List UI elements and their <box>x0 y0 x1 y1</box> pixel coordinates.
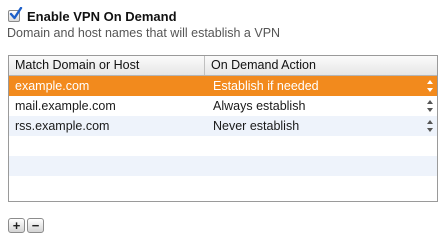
action-popup[interactable]: Establish if needed <box>205 79 437 93</box>
popup-arrows-icon[interactable] <box>427 120 433 132</box>
table-header: Match Domain or Host On Demand Action <box>9 56 437 76</box>
host-cell[interactable]: mail.example.com <box>9 99 205 113</box>
enable-vpn-on-demand-checkbox[interactable] <box>8 7 23 22</box>
remove-button[interactable]: − <box>27 218 44 233</box>
description-text: Domain and host names that will establis… <box>7 26 281 40</box>
action-popup[interactable]: Always establish <box>205 99 437 113</box>
column-header-action[interactable]: On Demand Action <box>205 56 437 75</box>
host-cell[interactable]: example.com <box>9 79 205 93</box>
checkmark-icon <box>9 7 23 20</box>
on-demand-table: Match Domain or Host On Demand Action ex… <box>8 55 438 202</box>
empty-row <box>9 156 437 176</box>
table-controls: + − <box>8 218 46 233</box>
table-row[interactable]: example.com Establish if needed <box>9 76 437 96</box>
popup-arrows-icon[interactable] <box>427 80 433 92</box>
table-row[interactable]: mail.example.com Always establish <box>9 96 437 116</box>
host-cell[interactable]: rss.example.com <box>9 119 205 133</box>
enable-vpn-on-demand-row[interactable]: Enable VPN On Demand <box>8 7 177 24</box>
empty-row <box>9 136 437 156</box>
add-button[interactable]: + <box>8 218 25 233</box>
action-popup[interactable]: Never establish <box>205 119 437 133</box>
empty-row <box>9 176 437 196</box>
popup-arrows-icon[interactable] <box>427 100 433 112</box>
column-header-match-domain[interactable]: Match Domain or Host <box>9 56 205 75</box>
enable-vpn-on-demand-label: Enable VPN On Demand <box>27 8 177 24</box>
table-row[interactable]: rss.example.com Never establish <box>9 116 437 136</box>
